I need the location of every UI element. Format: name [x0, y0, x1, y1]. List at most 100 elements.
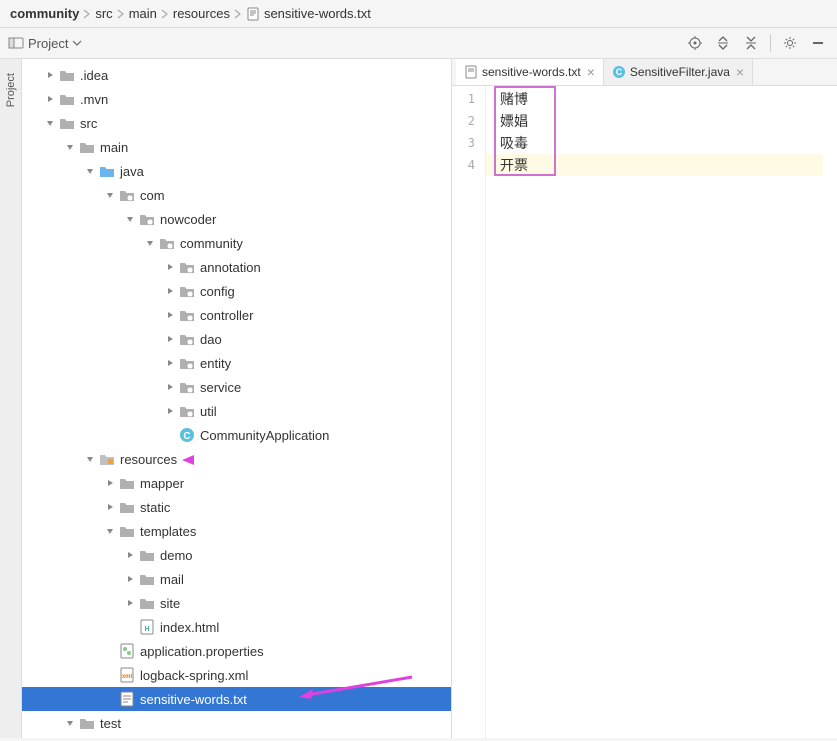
- tree-node-main[interactable]: main: [22, 135, 451, 159]
- code-line[interactable]: 嫖娼: [500, 110, 837, 132]
- tree-arrow[interactable]: [42, 91, 58, 107]
- code-line[interactable]: 吸毒: [500, 132, 837, 154]
- close-icon[interactable]: ×: [587, 64, 595, 80]
- tree-node-index-html[interactable]: Hindex.html: [22, 615, 451, 639]
- tree-node-mapper[interactable]: mapper: [22, 471, 451, 495]
- tree-node-nowcoder[interactable]: nowcoder: [22, 207, 451, 231]
- tree-node-site[interactable]: site: [22, 591, 451, 615]
- chevron-right-icon: [234, 9, 242, 19]
- java-class-icon: C: [612, 65, 626, 79]
- folder-icon: [58, 66, 76, 84]
- tree-node-CommunityApplication[interactable]: C CommunityApplication: [22, 423, 451, 447]
- tree-arrow[interactable]: [62, 715, 78, 731]
- code-line[interactable]: 赌博: [500, 88, 837, 110]
- project-tool-window-tab[interactable]: Project: [0, 59, 22, 738]
- tree-arrow[interactable]: [82, 163, 98, 179]
- tree-node-mail[interactable]: mail: [22, 567, 451, 591]
- breadcrumb-item[interactable]: community: [10, 6, 79, 21]
- tree-arrow[interactable]: [162, 427, 178, 443]
- tree-arrow[interactable]: [42, 115, 58, 131]
- locate-button[interactable]: [684, 32, 706, 54]
- tree-arrow[interactable]: [162, 259, 178, 275]
- editor-tab[interactable]: C SensitiveFilter.java ×: [604, 59, 753, 85]
- tree-node-application-properties[interactable]: application.properties: [22, 639, 451, 663]
- tree-node-static[interactable]: static: [22, 495, 451, 519]
- tree-arrow[interactable]: [102, 475, 118, 491]
- tree-arrow[interactable]: [122, 211, 138, 227]
- tree-arrow[interactable]: [162, 283, 178, 299]
- tree-label: index.html: [160, 620, 219, 635]
- tree-node-sensitive-words-txt[interactable]: sensitive-words.txt: [22, 687, 451, 711]
- tree-arrow[interactable]: [82, 451, 98, 467]
- tree-node-resources[interactable]: resources: [22, 447, 451, 471]
- tree-arrow[interactable]: [62, 139, 78, 155]
- breadcrumb-item[interactable]: src: [95, 6, 112, 21]
- breadcrumb-item[interactable]: resources: [173, 6, 230, 21]
- breadcrumb-item[interactable]: sensitive-words.txt: [264, 6, 371, 21]
- tree-arrow[interactable]: [162, 331, 178, 347]
- tree-arrow[interactable]: [102, 187, 118, 203]
- tree-arrow[interactable]: [162, 355, 178, 371]
- text-file-icon: [464, 65, 478, 79]
- tree-arrow[interactable]: [122, 547, 138, 563]
- tree-label: site: [160, 596, 180, 611]
- package-icon: [138, 210, 156, 228]
- folder-icon: [138, 546, 156, 564]
- tree-arrow[interactable]: [162, 379, 178, 395]
- tree-arrow[interactable]: [122, 619, 138, 635]
- code-line[interactable]: 开票: [486, 154, 823, 176]
- package-icon: [178, 330, 196, 348]
- tree-arrow[interactable]: [102, 691, 118, 707]
- editor-tab-active[interactable]: sensitive-words.txt ×: [456, 59, 604, 85]
- tree-label: static: [140, 500, 170, 515]
- tree-node--mvn[interactable]: .mvn: [22, 87, 451, 111]
- expand-all-button[interactable]: [712, 32, 734, 54]
- folder-res-icon: [98, 450, 116, 468]
- tree-arrow[interactable]: [102, 499, 118, 515]
- tree-arrow[interactable]: [102, 667, 118, 683]
- settings-button[interactable]: [779, 32, 801, 54]
- tree-arrow[interactable]: [162, 307, 178, 323]
- tree-node-logback-spring-xml[interactable]: xml logback-spring.xml: [22, 663, 451, 687]
- tree-label: CommunityApplication: [200, 428, 329, 443]
- tree-arrow[interactable]: [102, 523, 118, 539]
- tree-arrow[interactable]: [122, 571, 138, 587]
- package-icon: [178, 402, 196, 420]
- tree-node-src[interactable]: src: [22, 111, 451, 135]
- tree-node--idea[interactable]: .idea: [22, 63, 451, 87]
- tree-label: test: [100, 716, 121, 731]
- tree-node-config[interactable]: config: [22, 279, 451, 303]
- tree-node-test[interactable]: test: [22, 711, 451, 735]
- editor-code[interactable]: 赌博嫖娼吸毒开票: [486, 86, 837, 738]
- tree-node-entity[interactable]: entity: [22, 351, 451, 375]
- collapse-all-button[interactable]: [740, 32, 762, 54]
- tree-arrow[interactable]: [122, 595, 138, 611]
- tree-arrow[interactable]: [42, 67, 58, 83]
- tree-node-controller[interactable]: controller: [22, 303, 451, 327]
- svg-text:C: C: [616, 67, 623, 77]
- close-icon[interactable]: ×: [736, 64, 744, 80]
- tree-node-java[interactable]: java: [22, 159, 451, 183]
- tree-label: logback-spring.xml: [140, 668, 248, 683]
- project-view-selector[interactable]: Project: [8, 35, 82, 51]
- editor-body[interactable]: 1234 赌博嫖娼吸毒开票: [452, 86, 837, 738]
- tree-node-service[interactable]: service: [22, 375, 451, 399]
- xml-icon: xml: [118, 666, 136, 684]
- project-toolbar: Project: [0, 28, 837, 59]
- tree-node-dao[interactable]: dao: [22, 327, 451, 351]
- svg-text:C: C: [183, 431, 190, 442]
- breadcrumb-item[interactable]: main: [129, 6, 157, 21]
- tree-node-util[interactable]: util: [22, 399, 451, 423]
- tree-label: templates: [140, 524, 196, 539]
- tree-label: application.properties: [140, 644, 264, 659]
- project-tree[interactable]: .idea.mvnsrcmainjavacomnowcodercommunity…: [22, 59, 452, 738]
- tree-arrow[interactable]: [162, 403, 178, 419]
- tree-node-com[interactable]: com: [22, 183, 451, 207]
- tree-arrow[interactable]: [102, 643, 118, 659]
- tree-node-demo[interactable]: demo: [22, 543, 451, 567]
- tree-node-annotation[interactable]: annotation: [22, 255, 451, 279]
- hide-button[interactable]: [807, 32, 829, 54]
- tree-node-templates[interactable]: templates: [22, 519, 451, 543]
- tree-node-community[interactable]: community: [22, 231, 451, 255]
- tree-arrow[interactable]: [142, 235, 158, 251]
